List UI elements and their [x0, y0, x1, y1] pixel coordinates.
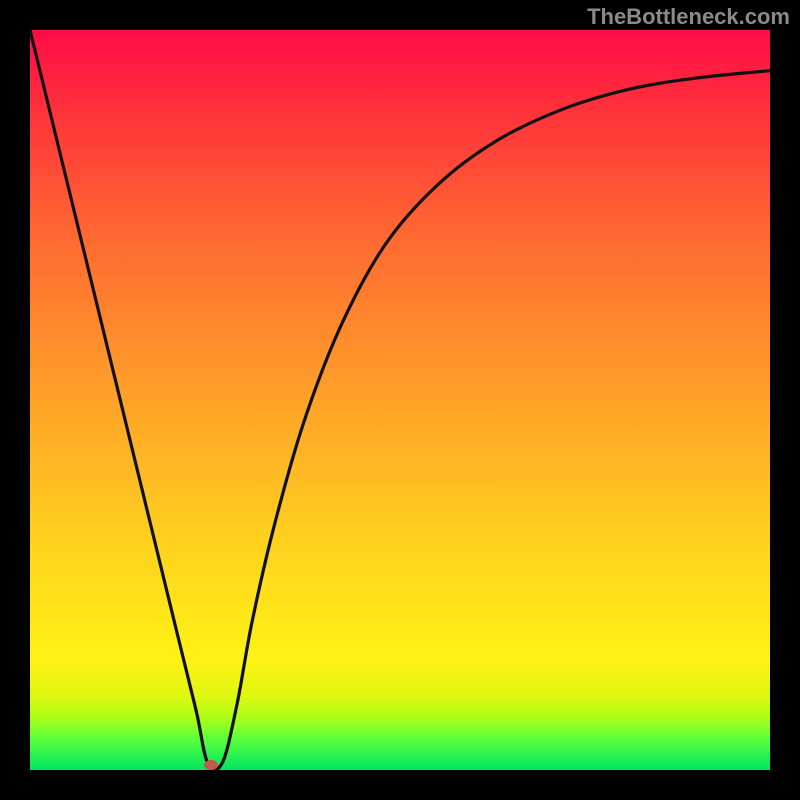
bottleneck-curve — [30, 30, 770, 770]
chart-container: TheBottleneck.com — [0, 0, 800, 800]
watermark-text: TheBottleneck.com — [587, 4, 790, 30]
plot-area — [30, 30, 770, 770]
